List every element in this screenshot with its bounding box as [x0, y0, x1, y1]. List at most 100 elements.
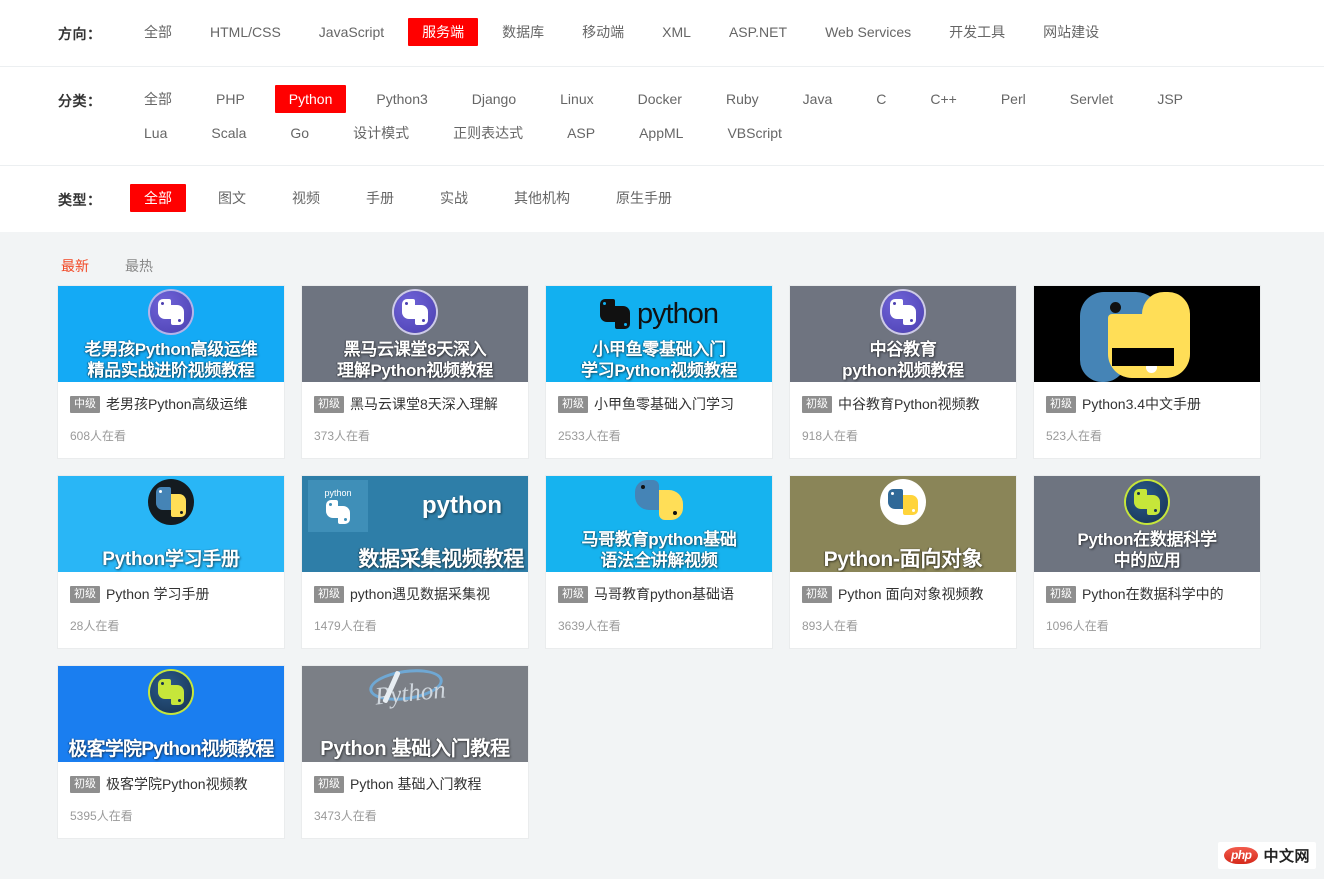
python-coin-green-icon — [150, 670, 192, 714]
course-card[interactable]: 极客学院Python视频教程 初级 极客学院Python视频教 5395人在看 — [58, 666, 284, 838]
filter-category-jsp[interactable]: JSP — [1143, 85, 1197, 113]
viewer-count: 608人在看 — [70, 429, 127, 443]
level-badge: 初级 — [70, 585, 100, 603]
filter-row-direction: 方向： 全部 HTML/CSS JavaScript 服务端 数据库 移动端 X… — [0, 0, 1324, 67]
filter-direction-devtools[interactable]: 开发工具 — [935, 18, 1019, 46]
thumbnail-caption: Python在数据科学 中的应用 — [1077, 530, 1217, 570]
filter-row-type: 类型： 全部 图文 视频 手册 实战 其他机构 原生手册 — [0, 166, 1324, 232]
filter-direction-website[interactable]: 网站建设 — [1029, 18, 1113, 46]
filter-type-article[interactable]: 图文 — [204, 184, 260, 212]
filter-category-lua[interactable]: Lua — [130, 119, 181, 147]
filter-category-servlet[interactable]: Servlet — [1056, 85, 1128, 113]
course-thumbnail: Python学习手册 — [58, 476, 284, 572]
card-title[interactable]: Python 学习手册 — [106, 584, 209, 604]
course-card[interactable]: 老男孩Python高级运维 精品实战进阶视频教程 中级 老男孩Python高级运… — [58, 286, 284, 458]
course-thumbnail: 马哥教育python基础 语法全讲解视频 — [546, 476, 772, 572]
python-script-icon: Python — [355, 666, 475, 712]
course-thumbnail: 黑马云课堂8天深入 理解Python视频教程 — [302, 286, 528, 382]
course-card[interactable]: python python 数据采集视频教程 初级 python遇见数据采集视 — [302, 476, 528, 648]
sort-tab-newest[interactable]: 最新 — [61, 256, 89, 276]
filter-category-scala[interactable]: Scala — [197, 119, 260, 147]
viewer-count: 373人在看 — [314, 429, 371, 443]
filter-direction-aspnet[interactable]: ASP.NET — [715, 18, 801, 46]
level-badge: 初级 — [802, 395, 832, 413]
filter-direction-mobile[interactable]: 移动端 — [568, 18, 638, 46]
card-title[interactable]: Python 基础入门教程 — [350, 774, 481, 794]
filter-direction-webservices[interactable]: Web Services — [811, 18, 925, 46]
level-badge: 初级 — [1046, 585, 1076, 603]
filter-direction-all[interactable]: 全部 — [130, 18, 186, 46]
thumbnail-caption: 中谷教育 python视频教程 — [842, 340, 964, 380]
course-card[interactable]: Python Python 基础入门教程 初级 Python 基础入门教程 34… — [302, 666, 528, 838]
filter-direction-javascript[interactable]: JavaScript — [305, 18, 398, 46]
course-card[interactable]: 黑马云课堂8天深入 理解Python视频教程 初级 黑马云课堂8天深入理解 37… — [302, 286, 528, 458]
thumbnail-wordmark: python — [422, 492, 502, 519]
filter-category-docker[interactable]: Docker — [624, 85, 696, 113]
filter-category-java[interactable]: Java — [789, 85, 847, 113]
card-body: 初级 中谷教育Python视频教 — [790, 382, 1016, 414]
course-card[interactable]: 初级 Python3.4中文手册 523人在看 — [1034, 286, 1260, 458]
card-title[interactable]: Python在数据科学中的 — [1082, 584, 1224, 604]
filter-type-manual[interactable]: 手册 — [352, 184, 408, 212]
filter-category-go[interactable]: Go — [276, 119, 323, 147]
python-coin-green-icon — [1126, 480, 1168, 524]
filter-category-perl[interactable]: Perl — [987, 85, 1040, 113]
sort-tab-hottest[interactable]: 最热 — [125, 256, 153, 276]
card-title[interactable]: 马哥教育python基础语 — [594, 584, 734, 604]
course-card[interactable]: Python在数据科学 中的应用 初级 Python在数据科学中的 1096人在… — [1034, 476, 1260, 648]
filter-type-other-org[interactable]: 其他机构 — [500, 184, 584, 212]
watermark-text: 中文网 — [1263, 848, 1310, 865]
filter-type-video[interactable]: 视频 — [278, 184, 334, 212]
filter-type-all[interactable]: 全部 — [130, 184, 186, 212]
card-title[interactable]: 小甲鱼零基础入门学习 — [594, 394, 734, 414]
filter-direction-xml[interactable]: XML — [648, 18, 705, 46]
filter-category-vbscript[interactable]: VBScript — [713, 119, 795, 147]
filter-items-direction: 全部 HTML/CSS JavaScript 服务端 数据库 移动端 XML A… — [130, 0, 1266, 66]
course-card[interactable]: 马哥教育python基础 语法全讲解视频 初级 马哥教育python基础语 36… — [546, 476, 772, 648]
filter-category-asp[interactable]: ASP — [553, 119, 609, 147]
card-title[interactable]: 中谷教育Python视频教 — [838, 394, 980, 414]
course-thumbnail: python python 数据采集视频教程 — [302, 476, 528, 572]
course-thumbnail: 极客学院Python视频教程 — [58, 666, 284, 762]
filter-direction-htmlcss[interactable]: HTML/CSS — [196, 18, 295, 46]
course-card[interactable]: python 小甲鱼零基础入门 学习Python视频教程 初级 小甲鱼零基础入门… — [546, 286, 772, 458]
filter-category-ruby[interactable]: Ruby — [712, 85, 773, 113]
level-badge: 初级 — [1046, 395, 1076, 413]
course-card[interactable]: Python-面向对象 初级 Python 面向对象视频教 893人在看 — [790, 476, 1016, 648]
card-title[interactable]: 极客学院Python视频教 — [106, 774, 248, 794]
filter-category-regex[interactable]: 正则表达式 — [439, 119, 537, 147]
filter-category-python3[interactable]: Python3 — [362, 85, 441, 113]
filter-panel: 方向： 全部 HTML/CSS JavaScript 服务端 数据库 移动端 X… — [0, 0, 1324, 232]
course-thumbnail: Python Python 基础入门教程 — [302, 666, 528, 762]
filter-category-c[interactable]: C — [862, 85, 900, 113]
python-coin-dark-icon — [148, 479, 194, 525]
card-title-line: 初级 Python3.4中文手册 — [1046, 394, 1248, 414]
course-thumbnail: Python在数据科学 中的应用 — [1034, 476, 1260, 572]
card-title[interactable]: 老男孩Python高级运维 — [106, 394, 248, 414]
filter-category-all[interactable]: 全部 — [130, 85, 186, 113]
course-card[interactable]: 中谷教育 python视频教程 初级 中谷教育Python视频教 918人在看 — [790, 286, 1016, 458]
filter-category-designpattern[interactable]: 设计模式 — [339, 119, 423, 147]
filter-category-django[interactable]: Django — [458, 85, 530, 113]
filter-category-python[interactable]: Python — [274, 85, 347, 113]
filter-category-appml[interactable]: AppML — [625, 119, 697, 147]
php-logo-icon: php — [1223, 847, 1259, 864]
filter-direction-database[interactable]: 数据库 — [488, 18, 558, 46]
filter-type-native-manual[interactable]: 原生手册 — [602, 184, 686, 212]
level-badge: 初级 — [558, 395, 588, 413]
filter-type-practice[interactable]: 实战 — [426, 184, 482, 212]
filter-label-type: 类型： — [58, 192, 102, 208]
filter-direction-server[interactable]: 服务端 — [408, 18, 479, 46]
viewer-count: 2533人在看 — [558, 429, 621, 443]
card-title[interactable]: 黑马云课堂8天深入理解 — [350, 394, 498, 414]
filter-category-linux[interactable]: Linux — [546, 85, 607, 113]
level-badge: 初级 — [314, 585, 344, 603]
card-body: 中级 老男孩Python高级运维 — [58, 382, 284, 414]
filter-category-cpp[interactable]: C++ — [916, 85, 970, 113]
card-title[interactable]: Python3.4中文手册 — [1082, 394, 1201, 414]
card-title[interactable]: Python 面向对象视频教 — [838, 584, 983, 604]
card-title[interactable]: python遇见数据采集视 — [350, 584, 490, 604]
filter-category-php[interactable]: PHP — [202, 85, 259, 113]
thumbnail-caption: Python-面向对象 — [823, 548, 983, 571]
course-card[interactable]: Python学习手册 初级 Python 学习手册 28人在看 — [58, 476, 284, 648]
